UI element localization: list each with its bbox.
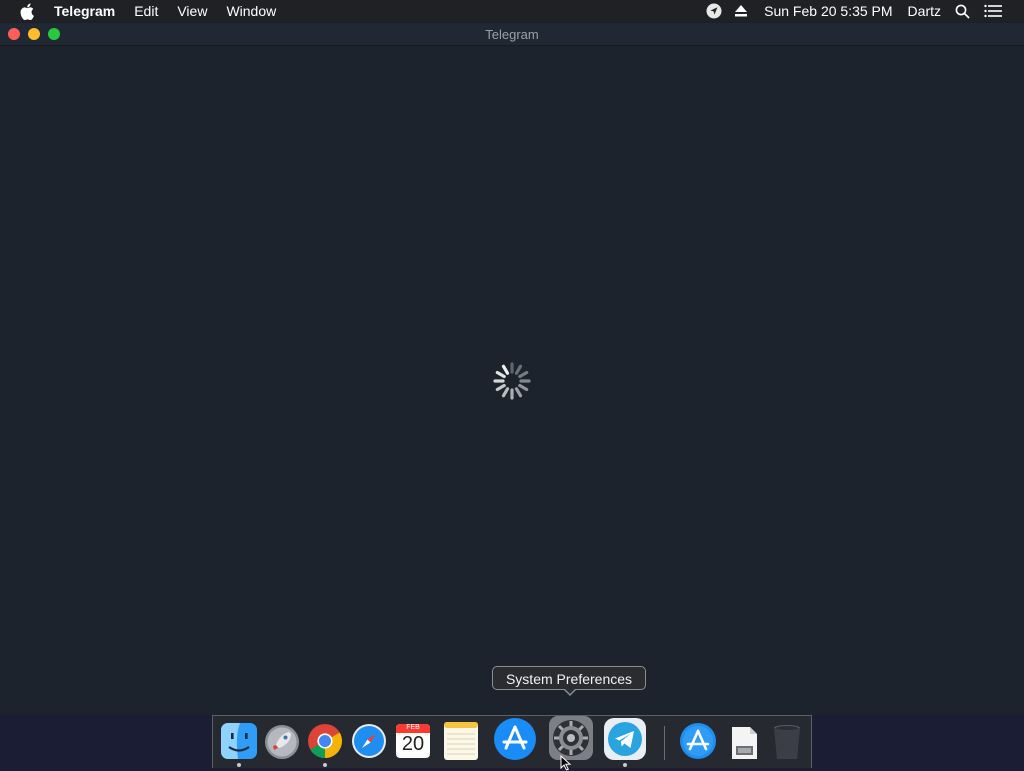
menu-window[interactable]: Window <box>226 3 276 19</box>
dock-item-app-store[interactable] <box>493 717 537 761</box>
app-store-icon <box>680 723 716 759</box>
mouse-cursor-icon <box>560 755 572 771</box>
chrome-icon <box>308 724 342 758</box>
trash-icon <box>774 725 800 759</box>
rocket-icon <box>265 725 299 759</box>
clock[interactable]: Sun Feb 20 5:35 PM <box>764 3 892 19</box>
list-icon[interactable] <box>984 4 1002 18</box>
tooltip-arrow-fill <box>564 688 576 694</box>
loading-spinner-icon <box>493 362 531 400</box>
dock-item-safari[interactable] <box>349 721 389 761</box>
dock-item-notes[interactable] <box>441 721 481 761</box>
dock-separator <box>664 726 665 760</box>
apple-icon[interactable] <box>20 2 36 20</box>
search-icon[interactable] <box>955 4 970 19</box>
menu-bar: Telegram Edit View Window Sun Feb 20 5:3… <box>0 0 1024 22</box>
running-indicator <box>323 763 327 767</box>
dock-item-applications[interactable] <box>678 721 718 761</box>
dock-item-document[interactable] <box>724 721 764 761</box>
dock-item-launchpad[interactable] <box>262 721 302 761</box>
dock-item-telegram[interactable] <box>603 717 647 761</box>
menu-extras: Sun Feb 20 5:35 PM Dartz <box>706 0 1024 22</box>
dock-item-calendar[interactable]: FEB 20 <box>393 721 433 761</box>
menu-app-telegram[interactable]: Telegram <box>54 3 115 19</box>
title-bar[interactable]: Telegram <box>0 23 1024 46</box>
eject-icon[interactable] <box>734 5 748 17</box>
notes-icon <box>444 722 478 760</box>
calendar-day: 20 <box>401 733 425 755</box>
telegram-window: Telegram <box>0 23 1024 715</box>
calendar-month: FEB <box>406 724 420 731</box>
window-title: Telegram <box>485 27 539 42</box>
app-store-icon <box>494 718 536 760</box>
location-icon[interactable] <box>706 3 722 19</box>
document-icon <box>732 727 757 759</box>
user-name[interactable]: Dartz <box>908 3 941 19</box>
dock-tooltip: System Preferences <box>492 666 646 690</box>
dock-item-trash[interactable] <box>767 721 807 761</box>
compass-icon <box>352 724 386 758</box>
finder-icon <box>221 723 257 759</box>
dock-item-finder[interactable] <box>219 721 259 761</box>
running-indicator <box>237 763 241 767</box>
menu-view[interactable]: View <box>177 3 207 19</box>
menu-edit[interactable]: Edit <box>134 3 158 19</box>
dock: FEB 20 <box>212 715 812 768</box>
running-indicator <box>623 763 627 767</box>
paper-plane-icon <box>604 718 646 760</box>
dock-item-chrome[interactable] <box>305 721 345 761</box>
